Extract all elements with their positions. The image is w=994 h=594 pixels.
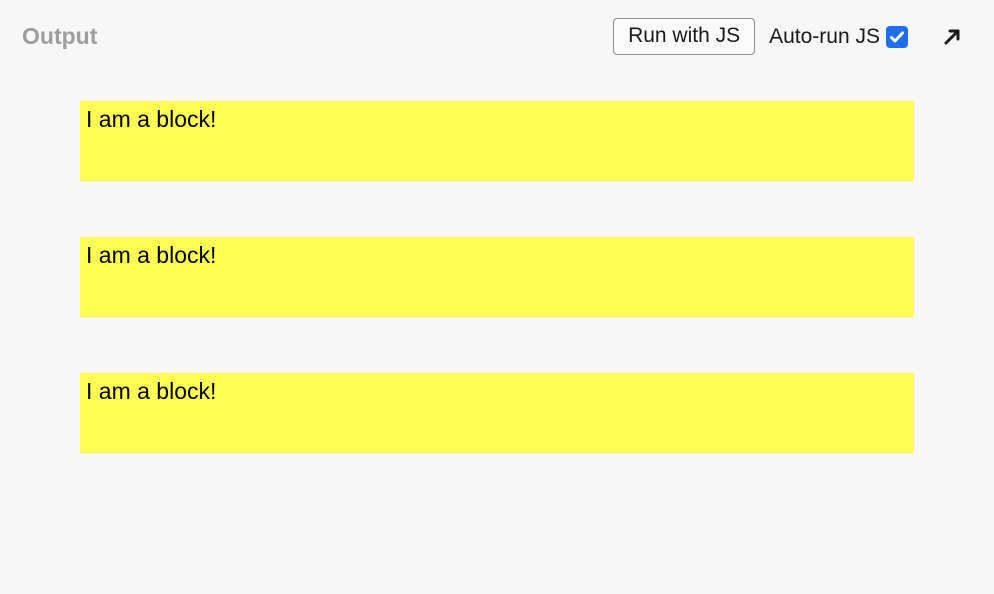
expand-icon[interactable] bbox=[940, 25, 964, 49]
output-header: Output Run with JS Auto-run JS bbox=[0, 0, 994, 65]
autorun-label: Auto-run JS bbox=[769, 25, 880, 49]
output-content: I am a block! I am a block! I am a block… bbox=[0, 65, 994, 453]
autorun-toggle[interactable]: Auto-run JS bbox=[769, 25, 908, 49]
demo-block: I am a block! bbox=[80, 101, 914, 181]
run-js-button[interactable]: Run with JS bbox=[613, 18, 755, 55]
check-icon bbox=[889, 29, 905, 45]
block-text: I am a block! bbox=[86, 106, 216, 132]
autorun-checkbox[interactable] bbox=[886, 26, 908, 48]
block-text: I am a block! bbox=[86, 378, 216, 404]
demo-block: I am a block! bbox=[80, 237, 914, 317]
panel-title: Output bbox=[22, 23, 599, 50]
demo-block: I am a block! bbox=[80, 373, 914, 453]
block-text: I am a block! bbox=[86, 242, 216, 268]
